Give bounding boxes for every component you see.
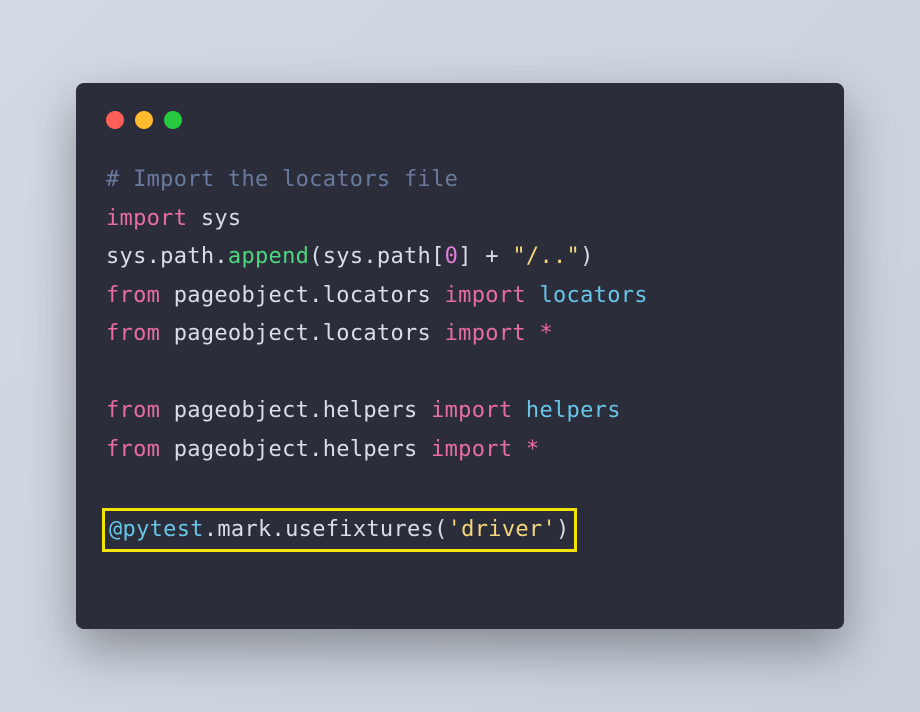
code-line-2: import sys [106,200,814,239]
window-controls [106,111,814,129]
decorator-pytest: @pytest [109,517,204,542]
maximize-icon [164,111,182,129]
number-zero: 0 [445,244,459,269]
code-line-5: from pageobject.locators import * [106,315,814,354]
close-icon [106,111,124,129]
code-window: # Import the locators file import sys sy… [76,83,844,629]
code-content: # Import the locators file import sys sy… [106,161,814,552]
import-helpers: helpers [526,398,621,423]
code-line-4: from pageobject.locators import locators [106,277,814,316]
import-wildcard: * [539,321,553,346]
keyword-import: import [106,206,187,231]
code-line-8: @pytest.mark.usefixtures('driver') [106,508,814,553]
code-line-1: # Import the locators file [106,161,814,200]
empty-line [106,354,814,393]
string-driver: 'driver' [448,517,556,542]
code-line-7: from pageobject.helpers import * [106,431,814,470]
highlighted-decorator: @pytest.mark.usefixtures('driver') [102,508,577,553]
comment-text: # Import the locators file [106,167,458,192]
import-wildcard: * [526,437,540,462]
import-locators: locators [539,283,647,308]
code-line-3: sys.path.append(sys.path[0] + "/..") [106,238,814,277]
empty-line [106,469,814,508]
module-sys: sys [201,206,242,231]
function-append: append [228,244,309,269]
string-path: "/.." [512,244,580,269]
code-line-6: from pageobject.helpers import helpers [106,392,814,431]
minimize-icon [135,111,153,129]
